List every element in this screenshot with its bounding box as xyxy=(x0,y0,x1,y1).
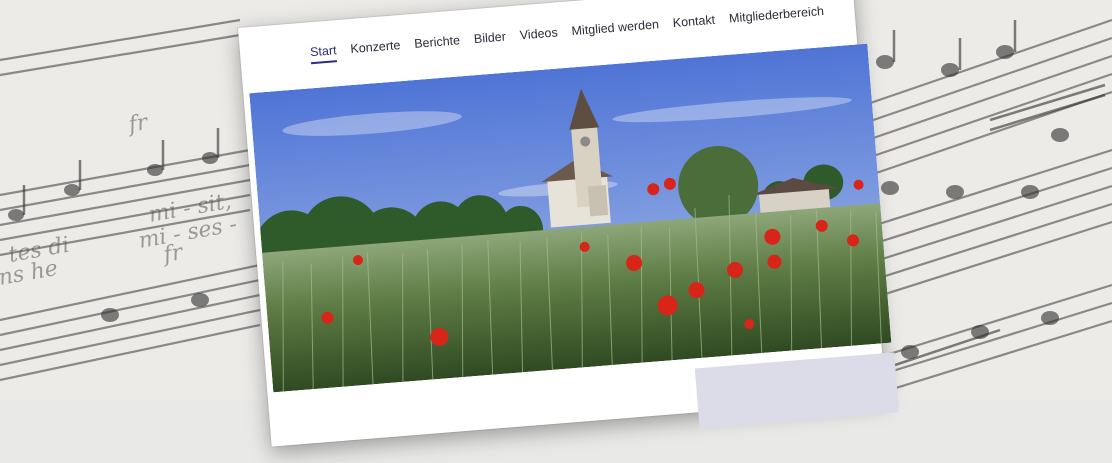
hero-image xyxy=(249,43,892,393)
nav-bilder[interactable]: Bilder xyxy=(473,30,506,51)
nav-start[interactable]: Start xyxy=(310,43,338,63)
nav-mitglied-werden[interactable]: Mitglied werden xyxy=(571,17,660,42)
nav-videos[interactable]: Videos xyxy=(519,25,558,46)
content-panel xyxy=(694,352,899,429)
website-page: Start Konzerte Berichte Bilder Videos Mi… xyxy=(238,0,899,447)
nav-berichte[interactable]: Berichte xyxy=(414,33,461,55)
nav-mitgliederbereich[interactable]: Mitgliederbereich xyxy=(728,4,824,30)
nav-konzerte[interactable]: Konzerte xyxy=(350,38,401,60)
nav-kontakt[interactable]: Kontakt xyxy=(672,13,716,34)
